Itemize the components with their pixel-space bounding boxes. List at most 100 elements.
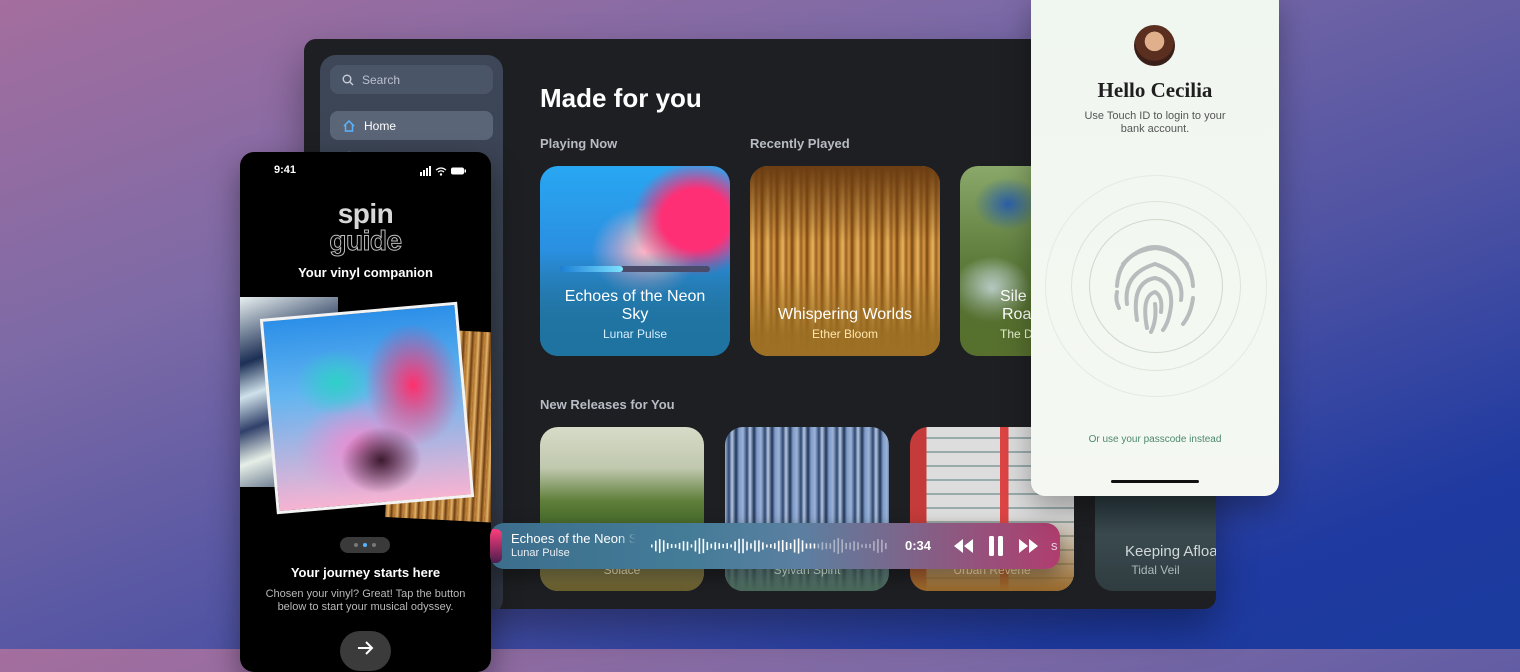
- waveform-bar: [754, 540, 756, 552]
- progress-fill: [560, 266, 623, 272]
- waveform-bar: [758, 540, 760, 552]
- vinyl-cover-selected[interactable]: [259, 301, 475, 515]
- waveform-bar: [730, 544, 732, 548]
- waveform-bar: [777, 540, 780, 552]
- waveform-bar: [881, 539, 883, 553]
- waveform-bar: [841, 539, 843, 553]
- waveform-bar: [821, 542, 824, 550]
- waveform-bar: [877, 539, 879, 553]
- waveform-bar: [698, 538, 701, 554]
- album-card-playing-now[interactable]: Echoes of the Neon Sky Lunar Pulse: [540, 166, 730, 356]
- avatar: [1134, 25, 1175, 66]
- waveform-bar: [750, 543, 752, 549]
- player-album-art: [490, 529, 502, 563]
- album-title: Echoes of the Neon Sky: [564, 288, 706, 323]
- waveform-bar: [781, 539, 784, 553]
- sidebar-item-label: Home: [364, 118, 397, 133]
- fast-forward-icon[interactable]: [1018, 537, 1040, 555]
- waveform-bar: [785, 541, 788, 551]
- player-track-artist: Lunar Pulse: [511, 547, 570, 559]
- touch-id-login-screen: Hello Cecilia Use Touch ID to login to y…: [1031, 0, 1279, 496]
- waveform-bar: [849, 542, 851, 550]
- waveform-bar: [813, 543, 816, 549]
- waveform-bar: [666, 543, 669, 549]
- waveform-bar: [865, 543, 867, 549]
- greeting-title: Hello Cecilia: [1097, 78, 1213, 102]
- pause-icon[interactable]: [988, 535, 1004, 557]
- waveform-scrubber[interactable]: [650, 535, 888, 557]
- album-card-recently-played[interactable]: Sile Roa The D: [960, 166, 1040, 356]
- home-indicator: [1111, 480, 1199, 483]
- album-card-recently-played[interactable]: Whispering Worlds Ether Bloom: [750, 166, 940, 356]
- continue-button[interactable]: [340, 631, 391, 671]
- waveform-bar: [702, 538, 705, 554]
- waveform-bar: [766, 544, 768, 548]
- waveform-bar: [861, 544, 863, 548]
- waveform-bar: [833, 539, 836, 553]
- album-artist: Lunar Pulse: [602, 327, 668, 341]
- waveform-bar: [734, 541, 736, 551]
- section-title-recently-played: Recently Played: [750, 136, 850, 151]
- waveform-bar: [722, 543, 724, 549]
- search-input[interactable]: Search: [330, 65, 493, 94]
- waveform-bar: [817, 543, 820, 549]
- waveform-bar: [654, 540, 657, 552]
- waveform-bar: [825, 542, 828, 550]
- waveform-bar: [770, 544, 772, 548]
- search-placeholder: Search: [362, 72, 401, 87]
- waveform-bar: [651, 544, 653, 548]
- waveform-bar: [658, 539, 661, 553]
- waveform-bar: [789, 543, 792, 549]
- player-elapsed-time: 0:34: [905, 538, 932, 553]
- waveform-bar: [829, 543, 832, 549]
- sidebar-item-home[interactable]: Home: [330, 111, 493, 140]
- waveform-bar: [662, 540, 665, 552]
- home-icon: [343, 119, 355, 132]
- waveform-bar: [885, 542, 887, 550]
- album-title: Keeping Afloa: [1125, 543, 1216, 560]
- waveform-bar: [801, 540, 804, 552]
- mini-player[interactable]: Echoes of the Neon Sky Lunar Pulse 0:34 …: [490, 523, 1060, 569]
- rewind-icon[interactable]: [952, 537, 974, 555]
- passcode-link[interactable]: Or use your passcode instead: [1031, 434, 1279, 445]
- waveform-bar: [742, 538, 744, 554]
- page-indicator[interactable]: [340, 537, 390, 553]
- app-tagline: Your vinyl companion: [298, 265, 433, 280]
- status-bar-icons: [420, 166, 466, 176]
- waveform-bar: [805, 543, 808, 549]
- overlap-text: s: [1051, 538, 1058, 553]
- search-icon: [342, 74, 354, 85]
- waveform-bar: [837, 538, 840, 554]
- waveform-bar: [710, 543, 713, 549]
- app-logo-line2: guide: [329, 225, 403, 257]
- waveform-bar: [797, 538, 800, 554]
- waveform-bar: [793, 539, 796, 553]
- waveform-bar: [845, 542, 847, 550]
- waveform-bar: [762, 542, 764, 550]
- section-title-new-releases: New Releases for You: [540, 397, 675, 412]
- album-title: Whispering Worlds: [778, 306, 912, 323]
- waveform-bar: [853, 541, 855, 551]
- waveform-bar: [686, 541, 689, 551]
- waveform-bar: [674, 544, 677, 548]
- waveform-bar: [714, 542, 717, 550]
- waveform-bar: [738, 538, 740, 554]
- waveform-bar: [746, 541, 748, 551]
- waveform-bar: [678, 542, 681, 550]
- waveform-bar: [809, 543, 812, 549]
- onboarding-heading: Your journey starts here: [290, 565, 441, 580]
- waveform-bar: [773, 543, 776, 549]
- arrow-right-icon: [358, 641, 374, 655]
- section-title-playing-now: Playing Now: [540, 136, 618, 151]
- waveform-bar: [857, 542, 859, 550]
- waveform-bar: [726, 543, 728, 549]
- waveform-bar: [873, 541, 875, 551]
- waveform-bar: [706, 541, 709, 551]
- waveform-bar: [694, 540, 697, 552]
- fingerprint-icon[interactable]: [1109, 234, 1201, 334]
- waveform-bar: [869, 543, 871, 549]
- page-title: Made for you: [540, 83, 702, 113]
- album-artist: Ether Bloom: [811, 327, 879, 341]
- playback-progress-bar[interactable]: [560, 266, 710, 272]
- player-track-title: Echoes of the Neon Sky: [511, 531, 636, 546]
